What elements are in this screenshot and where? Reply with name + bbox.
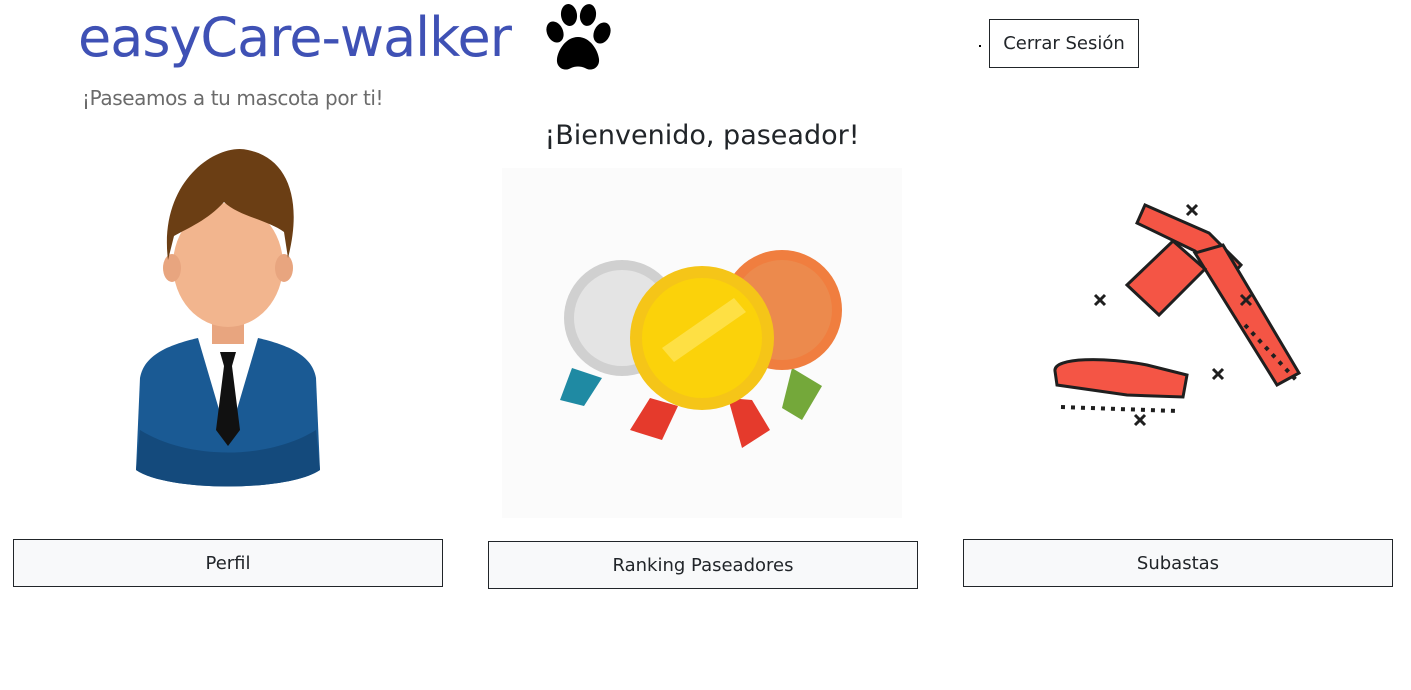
brand-title: easyCare-walker	[78, 6, 512, 69]
paw-icon	[546, 4, 611, 70]
user-avatar-illustration	[136, 148, 320, 487]
gavel-illustration	[977, 145, 1377, 495]
auctions-button[interactable]: Subastas	[963, 539, 1393, 587]
tagline: ¡Paseamos a tu mascota por ti!	[82, 86, 384, 110]
welcome-heading: ¡Bienvenido, paseador!	[544, 120, 860, 151]
medals-illustration	[502, 168, 902, 518]
logout-button[interactable]: Cerrar Sesión	[989, 19, 1139, 68]
ranking-button[interactable]: Ranking Paseadores	[488, 541, 918, 589]
separator-dot	[979, 45, 981, 47]
profile-button[interactable]: Perfil	[13, 539, 443, 587]
